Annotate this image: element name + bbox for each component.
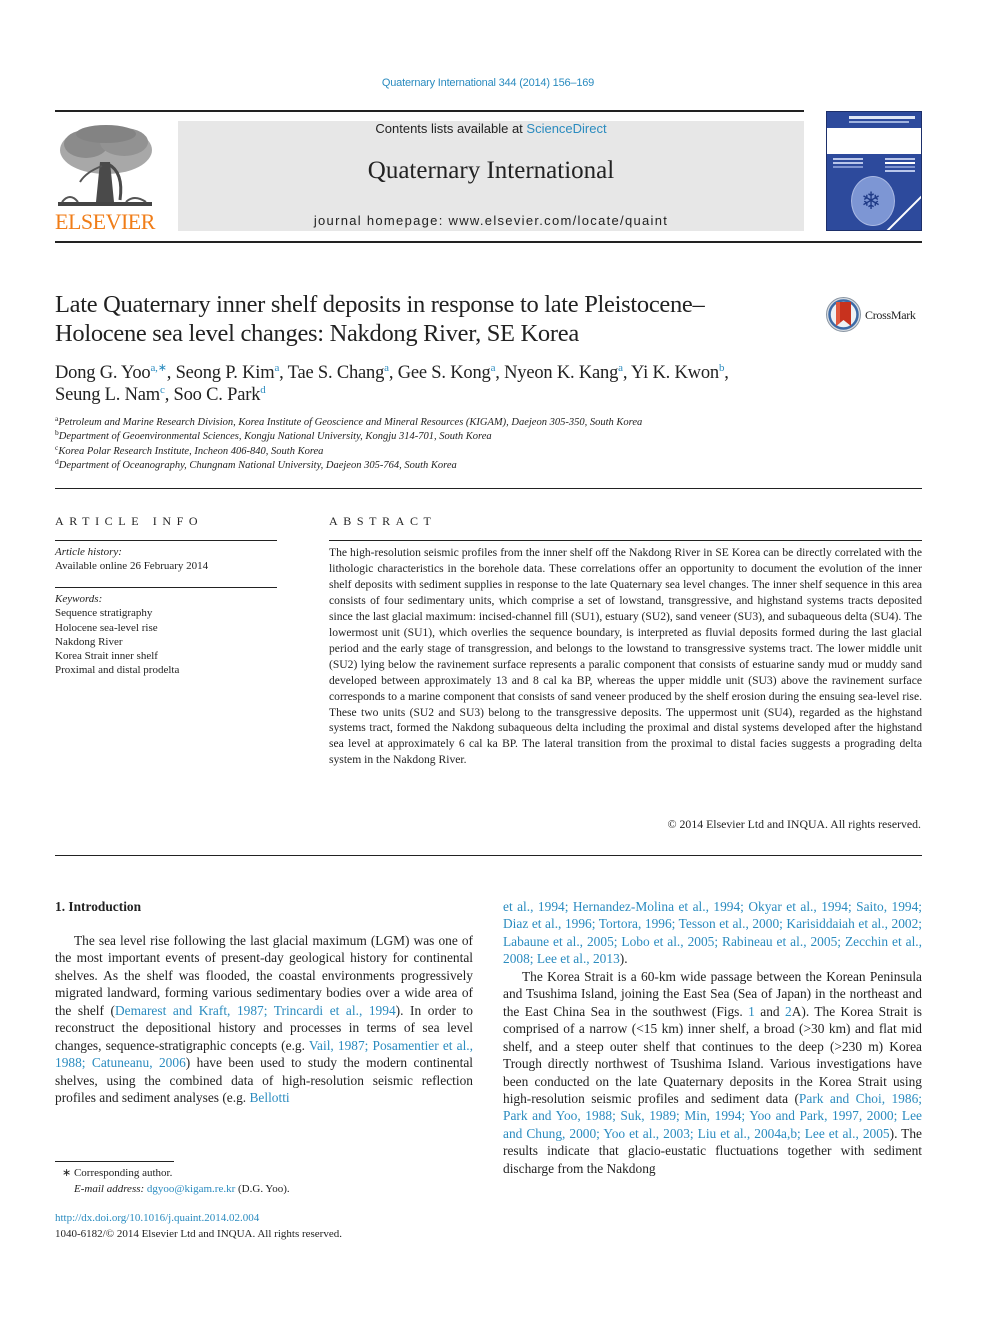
cover-title-bar	[849, 116, 915, 119]
keyword: Holocene sea-level rise	[55, 621, 158, 634]
doi-link[interactable]: http://dx.doi.org/10.1016/j.quaint.2014.…	[55, 1212, 259, 1224]
article-title: Late Quaternary inner shelf deposits in …	[55, 290, 815, 348]
author[interactable]: Nyeon K. Kanga	[504, 363, 623, 384]
journal-name: Quaternary International	[367, 157, 615, 184]
email-link[interactable]: dgyoo@kigam.re.kr	[147, 1183, 235, 1195]
article-title-line-1: Late Quaternary inner shelf deposits in …	[55, 291, 705, 318]
author[interactable]: Dong G. Yooa,∗	[55, 362, 167, 384]
keywords-divider	[55, 587, 277, 588]
author[interactable]: Soo C. Parkd	[174, 384, 266, 406]
keyword: Sequence stratigraphy	[55, 607, 153, 620]
elsevier-wordmark: ELSEVIER	[55, 209, 155, 234]
article-history-value: Available online 26 February 2014	[55, 560, 209, 573]
citation-link[interactable]: Bellotti	[249, 1090, 289, 1105]
abstract-divider	[329, 540, 922, 541]
cover-info-right	[885, 158, 915, 160]
elsevier-logo[interactable]: ELSEVIER	[54, 118, 156, 234]
abstract-text: The high-resolution seismic profiles fro…	[329, 546, 922, 767]
issn-copyright: 1040-6182/© 2014 Elsevier Ltd and INQUA.…	[55, 1227, 342, 1240]
crossmark-button[interactable]: CrossMark	[825, 296, 925, 334]
journal-masthead: Contents lists available at ScienceDirec…	[178, 121, 804, 231]
journal-homepage-link[interactable]: journal homepage: www.elsevier.com/locat…	[178, 213, 804, 228]
corresponding-author-note: ∗ Corresponding author.	[62, 1167, 173, 1179]
author[interactable]: Seung L. Namc	[55, 385, 165, 406]
paragraph: et al., 1994; Hernandez-Molina et al., 1…	[503, 899, 922, 967]
abstract-heading: ABSTRACT	[329, 514, 437, 528]
cover-white-band	[827, 128, 921, 154]
footnote-divider	[55, 1161, 174, 1162]
abstract-copyright: © 2014 Elsevier Ltd and INQUA. All right…	[667, 817, 921, 831]
keyword: Proximal and distal prodelta	[55, 664, 180, 677]
divider-above-article-info	[55, 488, 922, 489]
article-info-heading: ARTICLE INFO	[55, 514, 204, 528]
journal-reference-link[interactable]: Quaternary International 344 (2014) 156–…	[0, 77, 976, 89]
article-title-line-2: Holocene sea level changes: Nakdong Rive…	[55, 320, 579, 347]
contents-line: Contents lists available at ScienceDirec…	[178, 121, 804, 136]
affiliation: bDepartment of Geoenvironmental Sciences…	[55, 428, 492, 443]
article-history-label: Article history:	[55, 546, 122, 558]
affiliation-list: aPetroleum and Marine Research Division,…	[55, 414, 835, 474]
author-list: Dong G. Yooa,∗, Seong P. Kima, Tae S. Ch…	[55, 362, 729, 406]
keyword: Korea Strait inner shelf	[55, 650, 158, 663]
crossmark-label: CrossMark	[865, 308, 916, 322]
contents-prefix: Contents lists available at	[375, 121, 527, 136]
elsevier-tree-icon	[58, 125, 152, 206]
doi-block: http://dx.doi.org/10.1016/j.quaint.2014.…	[55, 1211, 342, 1242]
figure-link[interactable]: 1	[748, 1004, 755, 1019]
citation-link[interactable]: et al., 1994; Hernandez-Molina et al., 1…	[503, 899, 922, 966]
paragraph: The Korea Strait is a 60-km wide passage…	[503, 968, 923, 1176]
article-history: Article history: Available online 26 Feb…	[55, 545, 277, 574]
body-column-right: et al., 1994; Hernandez-Molina et al., 1…	[503, 898, 922, 1177]
keyword: Nakdong River	[55, 635, 123, 648]
author[interactable]: Tae S. Changa	[288, 363, 389, 384]
author-affiliation-marker[interactable]: d	[260, 384, 266, 396]
footnotes: ∗ Corresponding author. E-mail address: …	[62, 1166, 482, 1197]
crossmark-icon	[826, 297, 861, 332]
affiliation: aPetroleum and Marine Research Division,…	[55, 414, 643, 428]
author[interactable]: Gee S. Konga	[398, 363, 496, 384]
email-note: E-mail address: dgyoo@kigam.re.kr (D.G. …	[74, 1182, 290, 1195]
introduction-heading: 1. Introduction	[55, 899, 142, 914]
cover-subtitle-bar	[849, 121, 909, 123]
affiliation: dDepartment of Oceanography, Chungnam Na…	[55, 457, 457, 472]
citation-link[interactable]: Demarest and Kraft, 1987; Trincardi et a…	[115, 1003, 396, 1018]
author-affiliation-marker[interactable]: a,∗	[150, 362, 166, 374]
author[interactable]: Yi K. Kwonb	[631, 363, 724, 384]
journal-cover-thumbnail[interactable]	[826, 111, 922, 231]
inqua-emblem-icon	[851, 176, 895, 226]
cover-info-left	[833, 158, 863, 160]
paragraph: The sea level rise following the last gl…	[55, 933, 473, 1106]
affiliation: cKorea Polar Research Institute, Incheon…	[55, 442, 324, 457]
body-column-left: The sea level rise following the last gl…	[55, 932, 473, 1107]
figure-link[interactable]: 2	[785, 1004, 792, 1019]
keywords-label: Keywords:	[55, 593, 103, 605]
sciencedirect-link[interactable]: ScienceDirect	[526, 121, 606, 136]
keywords: Keywords: Sequence stratigraphy Holocene…	[55, 592, 277, 678]
header-divider-top	[55, 110, 804, 112]
author[interactable]: Seong P. Kima	[176, 363, 280, 384]
article-info-divider	[55, 540, 277, 541]
header-divider-bottom	[55, 241, 922, 243]
divider-above-body	[55, 855, 922, 856]
